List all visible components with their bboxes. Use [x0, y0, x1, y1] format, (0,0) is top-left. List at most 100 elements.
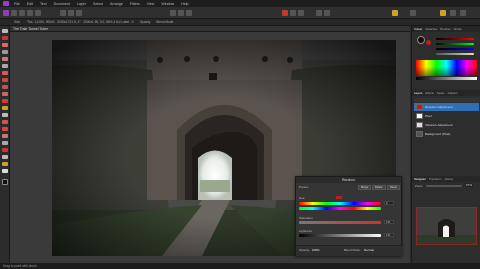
- red-slider[interactable]: [436, 38, 474, 40]
- tab-stroke[interactable]: Stroke: [454, 27, 462, 31]
- persona-liquify-icon[interactable]: [11, 10, 17, 16]
- crop-tool-icon[interactable]: [2, 43, 8, 47]
- hue-slider[interactable]: [299, 202, 381, 205]
- menu-bar: File Edit Text Document Layer Select Arr…: [0, 0, 480, 7]
- layer-row[interactable]: Pixel: [414, 112, 479, 120]
- menu-filters[interactable]: Filters: [130, 2, 140, 6]
- gradient-tool-icon[interactable]: [2, 106, 8, 110]
- align-center-icon[interactable]: [324, 10, 330, 16]
- opacity-value[interactable]: 100%: [312, 248, 320, 252]
- red-eye-icon[interactable]: [2, 148, 8, 152]
- shape-tool-icon[interactable]: [2, 162, 8, 166]
- layer-name: Background (Pixel): [425, 132, 451, 136]
- blend-mode-select[interactable]: Normal: [364, 248, 374, 252]
- doc-info-text: "Toe, 1,1000, 900x9 - 5000x1741.9, 4" · …: [26, 20, 134, 24]
- assistant-icon[interactable]: [392, 10, 398, 16]
- status-bar: Drag to paint with brush: [0, 263, 480, 269]
- tab-navigator[interactable]: Navigator: [414, 177, 426, 181]
- histogram-icon[interactable]: [60, 10, 66, 16]
- color-spectrum[interactable]: [416, 60, 477, 76]
- persona-photo-icon[interactable]: [3, 10, 9, 16]
- lightness-slider[interactable]: [299, 234, 381, 237]
- menu-window[interactable]: Window: [161, 2, 174, 6]
- tab-styles[interactable]: Styles: [437, 91, 445, 95]
- tab-adjustments[interactable]: Adjustm: [448, 91, 458, 95]
- alpha-slider[interactable]: [436, 53, 474, 55]
- text-tool-icon[interactable]: [2, 169, 8, 173]
- dodge-tool-icon[interactable]: [2, 113, 8, 117]
- channel-icon[interactable]: [290, 10, 296, 16]
- tab-effects[interactable]: Effects: [425, 91, 434, 95]
- delete-button[interactable]: Delete: [372, 185, 386, 190]
- levels-icon[interactable]: [68, 10, 74, 16]
- menu-arrange[interactable]: Arrange: [110, 2, 123, 6]
- view-tool-icon[interactable]: [2, 36, 8, 40]
- view-mode-icon[interactable]: [410, 10, 416, 16]
- align-left-icon[interactable]: [316, 10, 322, 16]
- selection-icon[interactable]: [170, 10, 176, 16]
- tab-brushes[interactable]: Brushes: [440, 27, 450, 31]
- color-well[interactable]: [336, 196, 342, 199]
- user-icon[interactable]: [440, 10, 446, 16]
- smudge-tool-icon[interactable]: [2, 120, 8, 124]
- flood-fill-icon[interactable]: [2, 99, 8, 103]
- blue-slider[interactable]: [436, 48, 474, 50]
- reset-button[interactable]: Reset: [387, 185, 400, 190]
- persona-export-icon[interactable]: [35, 10, 41, 16]
- opacity-label: Opacity:: [299, 248, 311, 252]
- layer-row[interactable]: Vibrance Adjustment: [414, 121, 479, 129]
- blemish-tool-icon[interactable]: [2, 134, 8, 138]
- brush-icon[interactable]: [76, 10, 82, 16]
- grid-icon[interactable]: [298, 10, 304, 16]
- erase-brush-icon[interactable]: [2, 92, 8, 96]
- flood-select-icon[interactable]: [2, 57, 8, 61]
- navigator-preview[interactable]: [416, 207, 477, 245]
- tools-panel: [0, 26, 10, 269]
- menu-edit[interactable]: Edit: [27, 2, 33, 6]
- move-tool-icon[interactable]: [2, 29, 8, 33]
- lightness-value[interactable]: 0 %: [384, 233, 394, 237]
- merge-button[interactable]: Merge: [358, 185, 372, 190]
- paint-brush-icon[interactable]: [2, 78, 8, 82]
- color-swatch-icon[interactable]: [2, 179, 8, 185]
- quick-mask-icon[interactable]: [186, 10, 192, 16]
- inpainting-tool-icon[interactable]: [2, 141, 8, 145]
- menu-select[interactable]: Select: [93, 2, 103, 6]
- green-slider[interactable]: [436, 43, 474, 45]
- menu-file[interactable]: File: [14, 2, 20, 6]
- tab-history[interactable]: History: [445, 177, 454, 181]
- zoom-icon[interactable]: [460, 10, 466, 16]
- menu-document[interactable]: Document: [54, 2, 70, 6]
- menu-layer[interactable]: Layer: [77, 2, 86, 6]
- persona-tone-icon[interactable]: [27, 10, 33, 16]
- selection-brush-icon[interactable]: [2, 50, 8, 54]
- marquee-tool-icon[interactable]: [2, 64, 8, 68]
- zoom-slider[interactable]: [426, 185, 462, 187]
- persona-develop-icon[interactable]: [19, 10, 25, 16]
- tab-swatches[interactable]: Swatches: [425, 27, 437, 31]
- clone-tool-icon[interactable]: [2, 127, 8, 131]
- menu-text[interactable]: Text: [40, 2, 47, 6]
- menu-view[interactable]: View: [147, 2, 155, 6]
- background-color-icon[interactable]: [426, 40, 431, 45]
- saturation-slider[interactable]: [299, 221, 381, 224]
- tab-transform[interactable]: Transform: [429, 177, 442, 181]
- tab-colour[interactable]: Colour: [414, 27, 422, 31]
- saturation-value[interactable]: 0 %: [384, 220, 394, 224]
- layer-row[interactable]: Background (Pixel): [414, 130, 479, 138]
- blend-mode-label: Blend Mode:: [344, 248, 361, 252]
- settings-icon[interactable]: [450, 10, 456, 16]
- snapping-icon[interactable]: [178, 10, 184, 16]
- freehand-select-icon[interactable]: [2, 71, 8, 75]
- tab-layers[interactable]: Layers: [414, 91, 422, 95]
- hue-value[interactable]: 0: [384, 201, 394, 205]
- color-replace-icon[interactable]: [2, 85, 8, 89]
- dialog-title[interactable]: Recolour: [296, 177, 401, 183]
- grayscale-strip[interactable]: [416, 77, 477, 80]
- color-picker-icon[interactable]: [282, 10, 288, 16]
- pen-tool-icon[interactable]: [2, 155, 8, 159]
- menu-help[interactable]: Help: [181, 2, 188, 6]
- layer-row[interactable]: Recolour Adjustment: [414, 103, 479, 111]
- zoom-value[interactable]: 67%: [465, 183, 474, 187]
- foreground-color-icon[interactable]: [417, 36, 425, 44]
